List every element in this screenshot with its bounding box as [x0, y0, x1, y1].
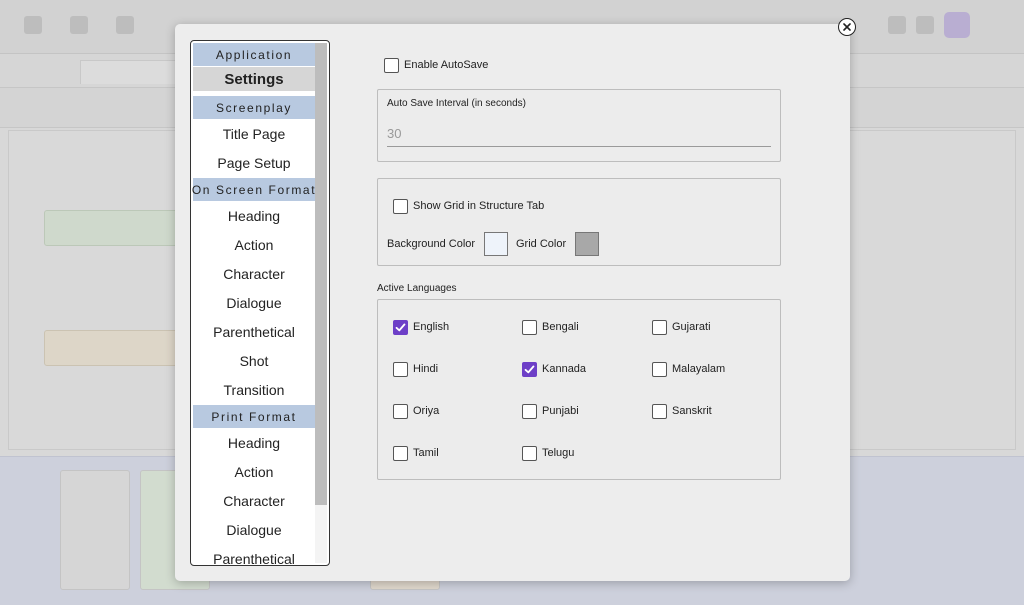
language-checkbox-tamil[interactable]: [393, 446, 408, 461]
language-label: Punjabi: [542, 405, 579, 417]
background-tool-icon: [916, 16, 934, 34]
close-icon: [843, 23, 851, 31]
sidebar-item-action[interactable]: Action: [193, 231, 315, 259]
background-scene-card: [60, 470, 130, 590]
background-tool-icon: [888, 16, 906, 34]
sidebar-scrollbar-thumb[interactable]: [315, 43, 327, 505]
interval-label: Auto Save Interval (in seconds): [387, 98, 526, 109]
language-checkbox-english[interactable]: [393, 320, 408, 335]
sidebar-item-title-page[interactable]: Title Page: [193, 120, 315, 148]
language-checkbox-kannada[interactable]: [522, 362, 537, 377]
language-checkbox-gujarati[interactable]: [652, 320, 667, 335]
sidebar-section-header: On Screen Format: [192, 178, 315, 201]
language-checkbox-punjabi[interactable]: [522, 404, 537, 419]
grid-color-label: Grid Color: [516, 238, 567, 250]
background-tool-icon: [70, 16, 88, 34]
sidebar-item-settings[interactable]: Settings: [193, 67, 315, 91]
language-label: Telugu: [542, 447, 575, 459]
language-label: Kannada: [542, 363, 587, 375]
language-checkbox-oriya[interactable]: [393, 404, 408, 419]
language-checkbox-telugu[interactable]: [522, 446, 537, 461]
background-tool-icon: [24, 16, 42, 34]
language-label: English: [413, 321, 450, 333]
sidebar-item-shot[interactable]: Shot: [193, 347, 315, 375]
sidebar-item-parenthetical[interactable]: Parenthetical: [193, 545, 315, 565]
autosave-interval-input[interactable]: 30: [387, 123, 771, 147]
sidebar-section-header: Print Format: [193, 405, 315, 428]
show-grid-checkbox[interactable]: [393, 199, 408, 214]
sidebar-item-heading[interactable]: Heading: [193, 202, 315, 230]
sidebar-item-heading[interactable]: Heading: [193, 429, 315, 457]
settings-sidebar: Application Settings Screenplay Title Page P…: [190, 40, 330, 566]
sidebar-item-action[interactable]: Action: [193, 458, 315, 486]
sidebar-section-header: Screenplay: [193, 96, 315, 119]
sidebar-list: Application Settings Screenplay Title Page P…: [192, 43, 315, 565]
language-label: Gujarati: [672, 321, 711, 333]
show-grid-label: Show Grid in Structure Tab: [413, 200, 545, 212]
language-label: Sanskrit: [672, 405, 712, 417]
sidebar-item-dialogue[interactable]: Dialogue: [193, 516, 315, 544]
background-color-swatch[interactable]: [484, 232, 508, 256]
language-checkbox-hindi[interactable]: [393, 362, 408, 377]
close-dialog-button[interactable]: [838, 18, 856, 36]
background-card: [44, 210, 194, 246]
sidebar-item-page-setup[interactable]: Page Setup: [193, 149, 315, 177]
sidebar-item-dialogue[interactable]: Dialogue: [193, 289, 315, 317]
grid-color-swatch[interactable]: [575, 232, 599, 256]
check-icon: [524, 365, 535, 374]
background-color-label: Background Color: [387, 238, 476, 250]
language-checkbox-bengali[interactable]: [522, 320, 537, 335]
check-icon: [395, 323, 406, 332]
language-checkbox-malayalam[interactable]: [652, 362, 667, 377]
sidebar-item-character[interactable]: Character: [193, 487, 315, 515]
autosave-checkbox[interactable]: [384, 58, 399, 73]
sidebar-item-transition[interactable]: Transition: [193, 376, 315, 404]
background-app-badge: [944, 12, 970, 38]
language-label: Oriya: [413, 405, 440, 417]
sidebar-section-header: Application: [193, 43, 315, 66]
autosave-label: Enable AutoSave: [404, 59, 489, 71]
language-label: Bengali: [542, 321, 579, 333]
background-card: [44, 330, 194, 366]
active-languages-title: Active Languages: [377, 283, 457, 294]
language-label: Tamil: [413, 447, 439, 459]
language-label: Hindi: [413, 363, 439, 375]
sidebar-item-parenthetical[interactable]: Parenthetical: [193, 318, 315, 346]
language-label: Malayalam: [672, 363, 726, 375]
background-tool-icon: [116, 16, 134, 34]
language-checkbox-sanskrit[interactable]: [652, 404, 667, 419]
sidebar-item-character[interactable]: Character: [193, 260, 315, 288]
